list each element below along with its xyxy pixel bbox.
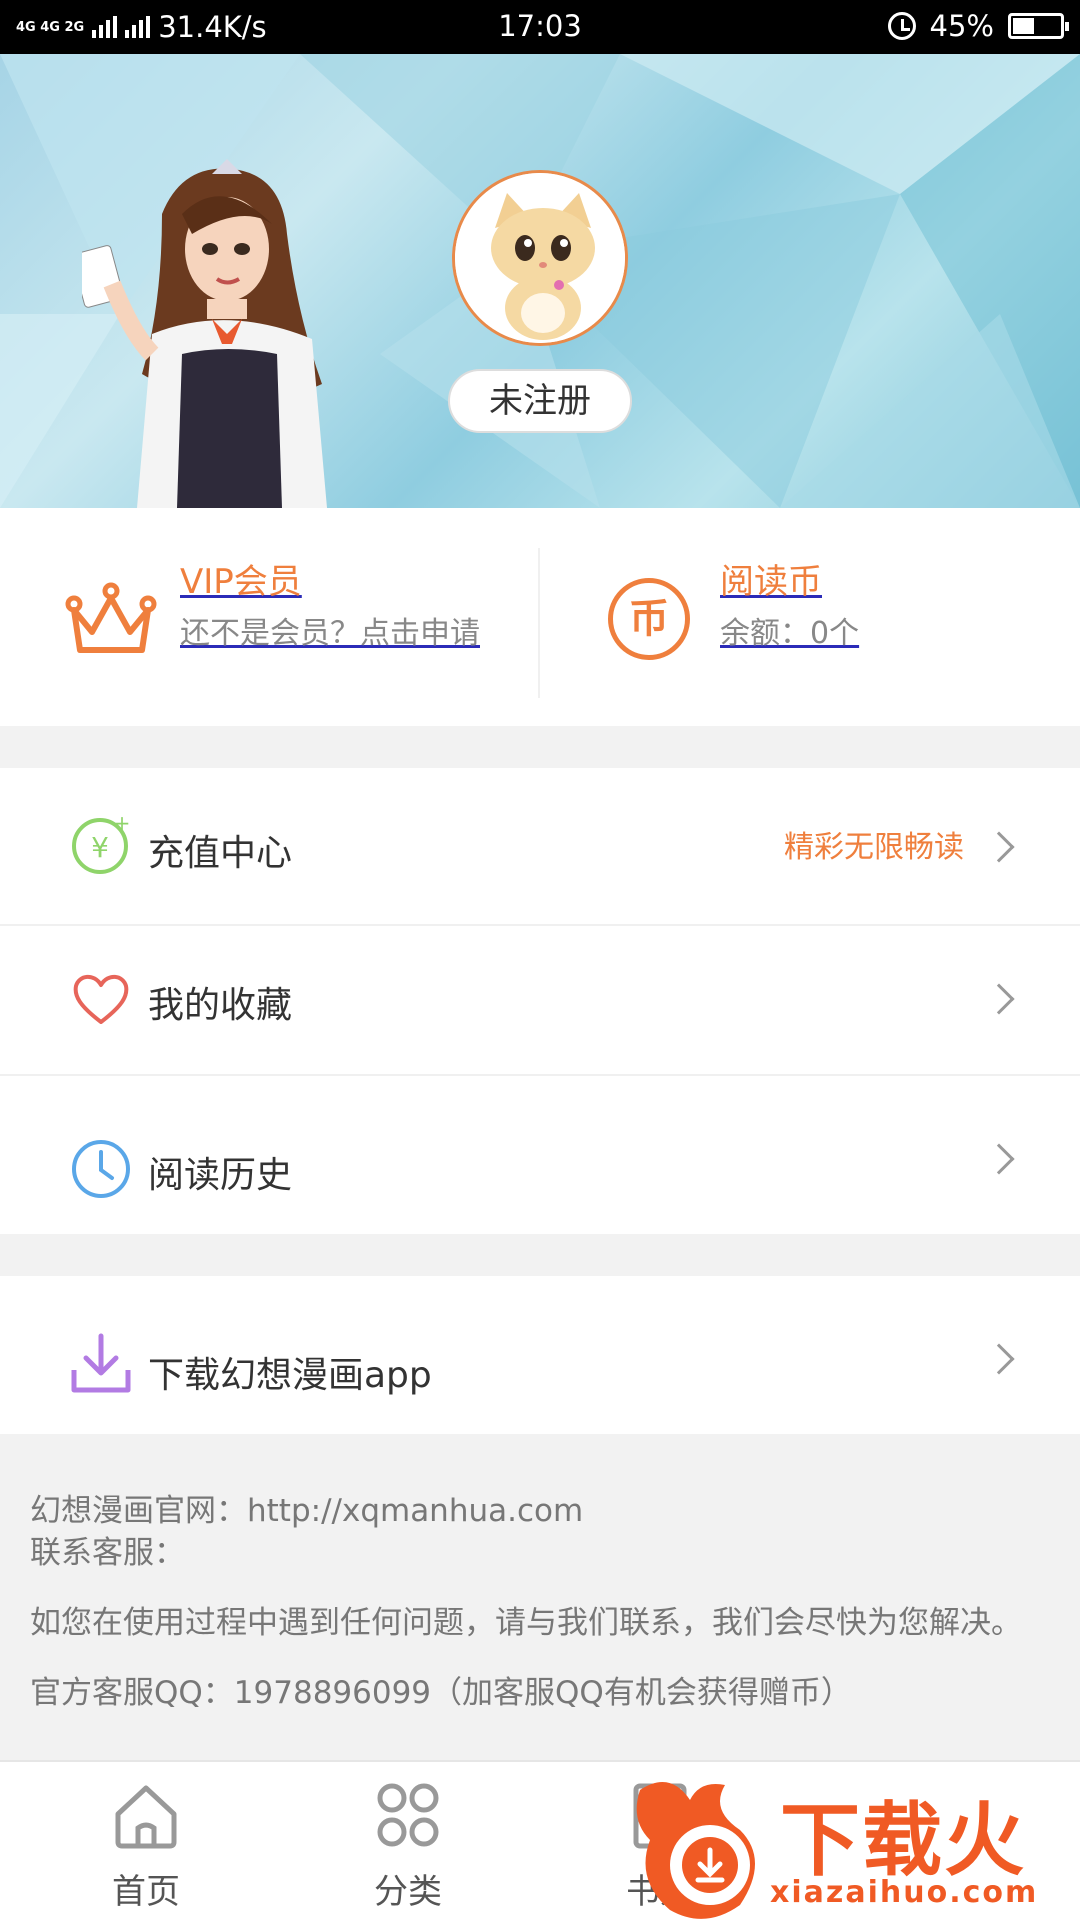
nav-home[interactable]: 首页 <box>46 1780 246 1913</box>
download-label: 下载幻想漫画app <box>148 1355 432 1396</box>
register-button[interactable]: 未注册 <box>448 369 632 433</box>
membership-row: VIP会员 还不是会员？点击申请 币 阅读币 余额：0个 <box>0 508 1080 726</box>
battery-percent: 45% <box>929 9 994 43</box>
qq-text: 官方客服QQ：1978896099（加客服QQ有机会获得赠币） <box>30 1675 852 1711</box>
website-text: 幻想漫画官网：http://xqmanhua.com <box>30 1493 584 1529</box>
coin-icon: 币 <box>608 578 690 660</box>
flame-logo-icon <box>636 1782 755 1919</box>
svg-text:+: + <box>114 814 131 835</box>
menu-item-favorites[interactable]: 我的收藏 <box>0 926 1080 1074</box>
cat-avatar-icon <box>455 173 625 343</box>
service-text: 联系客服： <box>30 1535 185 1571</box>
heart-icon <box>73 974 129 1024</box>
menu-item-download[interactable]: 下载幻想漫画app <box>0 1276 1080 1434</box>
battery-fill <box>1013 18 1034 34</box>
menu-item-history[interactable]: 阅读历史 <box>0 1076 1080 1234</box>
home-icon <box>115 1785 177 1849</box>
vip-apply-link[interactable]: 还不是会员？点击申请 <box>180 608 480 652</box>
watermark-logo: 下载火 xiazaihuo.com <box>630 1770 1080 1920</box>
category-icon <box>377 1783 439 1847</box>
favorites-label: 我的收藏 <box>148 985 293 1026</box>
recharge-label: 充值中心 <box>148 833 293 874</box>
vertical-divider <box>538 548 540 698</box>
history-label: 阅读历史 <box>148 1155 293 1196</box>
chevron-right-icon <box>983 1143 1015 1175</box>
vip-title-link[interactable]: VIP会员 <box>180 554 302 603</box>
notice-text: 如您在使用过程中遇到任何问题，请与我们联系，我们会尽快为您解决。 <box>30 1605 1022 1641</box>
chevron-right-icon <box>983 831 1015 863</box>
battery-icon <box>1008 13 1069 39</box>
coin-title-link[interactable]: 阅读币 <box>720 554 822 603</box>
watermark-url: xiazaihuo.com <box>770 1875 1039 1910</box>
avatar[interactable] <box>452 170 628 346</box>
nav-home-label: 首页 <box>112 1872 180 1912</box>
menu-item-recharge[interactable]: ¥ + 充值中心 精彩无限畅读 <box>0 768 1080 924</box>
status-right: 45% <box>887 9 1069 43</box>
character-illustration <box>82 159 327 508</box>
svg-text:¥: ¥ <box>91 831 109 864</box>
clock-icon <box>72 1140 130 1198</box>
recharge-icon: ¥ + <box>72 814 131 874</box>
download-icon <box>71 1333 131 1393</box>
chevron-right-icon <box>983 1343 1015 1375</box>
contact-info: 幻想漫画官网：http://xqmanhua.com 联系客服： 如您在使用过程… <box>30 1490 1050 1714</box>
nav-category-label: 分类 <box>374 1872 442 1912</box>
nav-category[interactable]: 分类 <box>308 1780 508 1913</box>
status-bar: 4G 4G 2G 31.4K/s 17:03 45% <box>0 0 1080 54</box>
alarm-icon <box>887 12 916 40</box>
recharge-promo: 精彩无限畅读 <box>784 830 964 865</box>
profile-banner: 未注册 <box>0 54 1080 508</box>
coin-balance-link[interactable]: 余额：0个 <box>720 608 859 652</box>
chevron-right-icon <box>983 983 1015 1015</box>
crown-icon <box>65 582 157 653</box>
